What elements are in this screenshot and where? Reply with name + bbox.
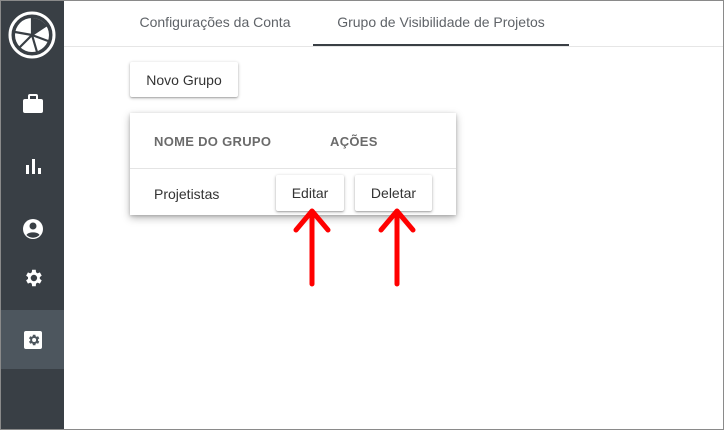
logo-icon[interactable]	[7, 10, 57, 60]
app-window: Configurações da Conta Grupo de Visibili…	[0, 0, 724, 430]
annotation-arrow-edit	[293, 208, 331, 287]
sidebar-item-projects[interactable]	[1, 76, 64, 132]
column-header-group-name: NOME DO GRUPO	[154, 134, 272, 149]
settings-applications-icon	[23, 330, 43, 350]
sidebar-item-reports[interactable]	[1, 138, 64, 194]
groups-table-card: NOME DO GRUPO AÇÕES Projetistas Editar D…	[130, 113, 456, 215]
annotation-arrow-delete	[378, 208, 416, 287]
account-circle-icon	[22, 218, 44, 240]
sidebar-item-app-settings[interactable]	[1, 310, 64, 369]
tab-project-visibility-group[interactable]: Grupo de Visibilidade de Projetos	[313, 1, 569, 46]
sidebar-item-settings[interactable]	[1, 250, 64, 306]
bar-chart-icon	[24, 157, 42, 175]
new-group-button[interactable]: Novo Grupo	[130, 62, 238, 97]
group-name-cell: Projetistas	[154, 186, 220, 202]
gear-icon	[22, 267, 44, 289]
sidebar-item-account[interactable]	[1, 201, 64, 257]
tab-bar: Configurações da Conta Grupo de Visibili…	[64, 1, 723, 47]
briefcase-icon	[22, 94, 44, 114]
column-header-actions: AÇÕES	[330, 134, 378, 149]
tab-account-settings[interactable]: Configurações da Conta	[116, 1, 314, 46]
sidebar	[1, 1, 64, 429]
header-divider	[130, 168, 456, 169]
